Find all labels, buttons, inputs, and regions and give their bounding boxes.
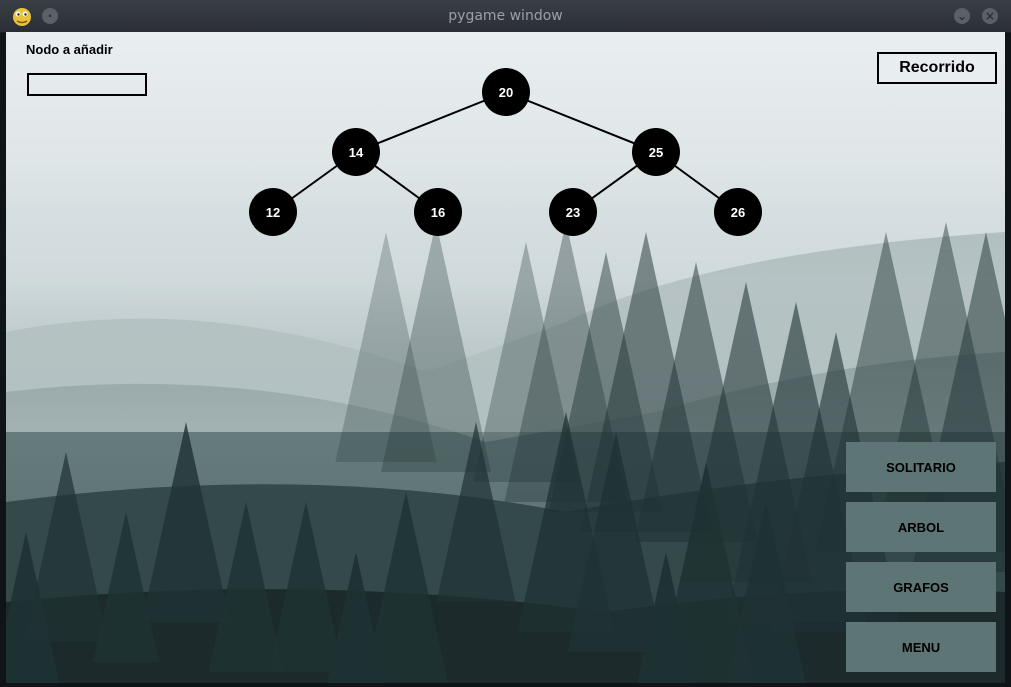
tree-node-23[interactable]: 23 <box>549 188 597 236</box>
tree-node-value: 25 <box>649 145 663 160</box>
menu-button[interactable]: MENU <box>846 622 996 672</box>
tree-node-value: 23 <box>566 205 580 220</box>
grafos-button[interactable]: GRAFOS <box>846 562 996 612</box>
solitario-button[interactable]: SOLITARIO <box>846 442 996 492</box>
binary-tree: 20 14 25 12 16 23 26 <box>249 68 762 236</box>
game-canvas: Nodo a añadir Recorrido 20 14 25 12 16 23 26 S… <box>6 32 1005 683</box>
tree-node-26[interactable]: 26 <box>714 188 762 236</box>
pygame-window: · pygame window ⌄ × Nodo a añadir Recorr… <box>0 0 1011 687</box>
tree-node-20[interactable]: 20 <box>482 68 530 116</box>
tree-edge <box>505 91 657 153</box>
tree-node-12[interactable]: 12 <box>249 188 297 236</box>
tree-node-value: 14 <box>349 145 364 160</box>
close-button[interactable]: × <box>982 8 998 24</box>
tree-node-value: 20 <box>499 85 513 100</box>
title-bar: · pygame window ⌄ × <box>0 0 1011 33</box>
arbol-button[interactable]: ARBOL <box>846 502 996 552</box>
tree-node-value: 26 <box>731 205 745 220</box>
minimize-button[interactable]: ⌄ <box>954 8 970 24</box>
tree-node-25[interactable]: 25 <box>632 128 680 176</box>
tree-node-value: 12 <box>266 205 280 220</box>
tree-node-16[interactable]: 16 <box>414 188 462 236</box>
tree-node-14[interactable]: 14 <box>332 128 380 176</box>
tree-node-value: 16 <box>431 205 445 220</box>
tree-edge <box>355 91 507 153</box>
window-title: pygame window <box>448 8 563 24</box>
